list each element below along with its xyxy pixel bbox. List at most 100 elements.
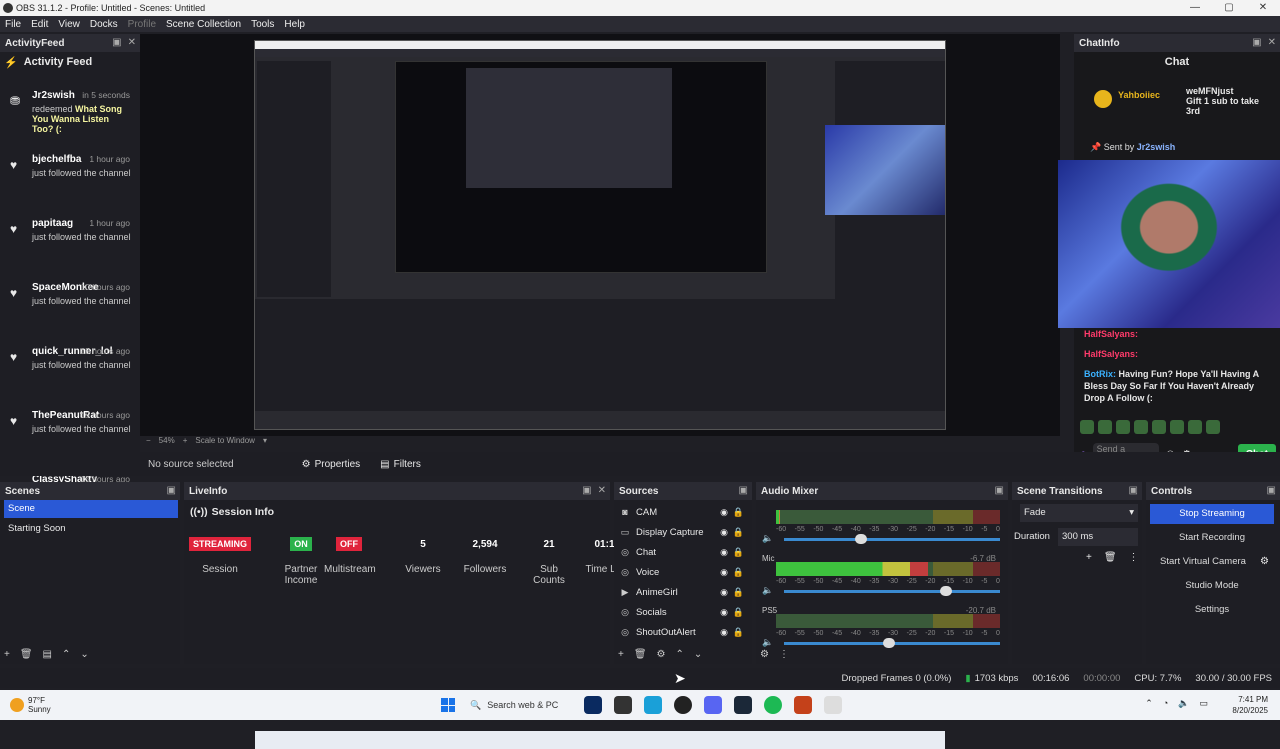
activity-item[interactable]: ♥ papitaag 1 hour ago just followed the cha… (0, 218, 140, 278)
duration-input[interactable]: 300 ms (1058, 528, 1138, 546)
activity-user[interactable]: bjechelfba (32, 154, 81, 165)
maximize-button[interactable]: ▢ (1212, 0, 1246, 16)
chevron-down-icon[interactable]: ▾ (263, 436, 267, 445)
lock-icon[interactable]: 🔒 (733, 587, 744, 598)
taskbar-search[interactable]: 🔍 Search web & PC (470, 696, 580, 714)
activity-item[interactable]: ♥ quick_runner_lol 15 hours ago just follow… (0, 346, 140, 406)
emote-icon[interactable] (1170, 420, 1184, 434)
source-item[interactable]: ◙ CAM ◉ 🔒 (618, 502, 750, 522)
battery-icon[interactable]: ▭ (1199, 698, 1208, 709)
menu-tools[interactable]: Tools (246, 19, 279, 30)
obs-icon[interactable] (674, 696, 692, 714)
menu-docks[interactable]: Docks (85, 19, 123, 30)
close-button[interactable]: ✕ (1246, 0, 1280, 16)
source-item[interactable]: ▶ AnimeGirl ◉ 🔒 (618, 582, 750, 602)
transition-select[interactable]: Fade ▾ (1020, 504, 1138, 522)
volume-slider[interactable] (784, 586, 1000, 596)
eye-icon[interactable]: ◉ (720, 627, 728, 638)
spotify-icon[interactable] (764, 696, 782, 714)
close-icon[interactable]: ✕ (1268, 37, 1276, 48)
sent-by-user[interactable]: Jr2swish (1137, 142, 1176, 152)
eye-icon[interactable]: ◉ (720, 527, 728, 538)
emote-icon[interactable] (1206, 420, 1220, 434)
chevron-down-icon[interactable]: ⌄ (80, 649, 88, 660)
lock-icon[interactable]: 🔒 (733, 527, 744, 538)
speaker-icon[interactable]: 🔈 (1178, 698, 1189, 709)
emote-icon[interactable] (1116, 420, 1130, 434)
filter-icon[interactable]: ▤ (380, 459, 389, 470)
eye-icon[interactable]: ◉ (720, 587, 728, 598)
lock-icon[interactable]: 🔒 (733, 607, 744, 618)
activity-item[interactable]: ⛃ Jr2swish in 5 seconds redeemed What Song … (0, 90, 140, 150)
filters-button[interactable]: Filters (394, 459, 421, 470)
add-icon[interactable]: + (618, 649, 624, 660)
menu-file[interactable]: File (0, 19, 26, 30)
trash-icon[interactable]: 🗑 (20, 649, 33, 660)
scene-item[interactable]: Starting Soon (4, 520, 178, 538)
scale-mode-select[interactable]: Scale to Window (195, 436, 255, 445)
activity-item[interactable]: ♥ bjechelfba 1 hour ago just followed the c… (0, 154, 140, 214)
activity-user[interactable]: papitaag (32, 218, 73, 229)
studio-mode-button[interactable]: Studio Mode (1150, 576, 1274, 596)
float-icon[interactable]: ▣ (739, 485, 748, 496)
activity-user[interactable]: Jr2swish (32, 90, 75, 101)
chat-user[interactable]: BotRix: (1084, 369, 1116, 379)
speaker-icon[interactable]: 🔈 (762, 533, 773, 544)
emote-icon[interactable] (1134, 420, 1148, 434)
chevron-up-icon[interactable]: ⌃ (62, 649, 70, 660)
volume-slider[interactable] (784, 638, 1000, 648)
app-icon[interactable] (794, 696, 812, 714)
lock-icon[interactable]: 🔒 (733, 547, 744, 558)
start-recording-button[interactable]: Start Recording (1150, 528, 1274, 548)
emote-icon[interactable] (1098, 420, 1112, 434)
properties-button[interactable]: Properties (315, 459, 361, 470)
zoom-in-button[interactable]: + (183, 436, 188, 445)
eye-icon[interactable]: ◉ (720, 607, 728, 618)
app-icon[interactable] (824, 696, 842, 714)
source-item[interactable]: ▭ Display Capture ◉ 🔒 (618, 522, 750, 542)
activity-item[interactable]: ♥ SpaceMonkee 10 hours ago just followed th… (0, 282, 140, 342)
float-icon[interactable]: ▣ (582, 485, 591, 496)
source-item[interactable]: ◎ Voice ◉ 🔒 (618, 562, 750, 582)
menu-profile[interactable]: Profile (123, 19, 161, 30)
menu-view[interactable]: View (53, 19, 85, 30)
gear-icon[interactable]: ⚙ (657, 649, 666, 660)
chevron-up-icon[interactable]: ⌃ (676, 649, 684, 660)
gift-top-user[interactable]: Yahboiiec (1118, 90, 1160, 100)
eye-icon[interactable]: ◉ (720, 567, 728, 578)
volume-slider[interactable] (784, 534, 1000, 544)
lock-icon[interactable]: 🔒 (733, 627, 744, 638)
menu-help[interactable]: Help (279, 19, 310, 30)
lock-icon[interactable]: 🔒 (733, 507, 744, 518)
float-icon[interactable]: ▣ (1267, 485, 1276, 496)
stop-streaming-button[interactable]: Stop Streaming (1150, 504, 1274, 524)
float-icon[interactable]: ▣ (995, 485, 1004, 496)
emote-icon[interactable] (1080, 420, 1094, 434)
add-icon[interactable]: + (1086, 552, 1092, 563)
minimize-button[interactable]: — (1178, 0, 1212, 16)
menu-scene-collection[interactable]: Scene Collection (161, 19, 246, 30)
settings-button[interactable]: Settings (1150, 600, 1274, 620)
chat-user[interactable]: HalfSalyans: (1084, 329, 1138, 339)
trash-icon[interactable]: 🗑 (1104, 552, 1117, 563)
file-explorer-icon[interactable] (614, 696, 632, 714)
windows-start-icon[interactable] (441, 698, 455, 712)
float-icon[interactable]: ▣ (112, 37, 121, 48)
emote-icon[interactable] (1152, 420, 1166, 434)
steam-icon[interactable] (734, 696, 752, 714)
close-icon[interactable]: ✕ (598, 485, 606, 496)
gear-icon[interactable]: ⚙ (302, 459, 311, 470)
source-item[interactable]: ◎ ShoutOutAlert ◉ 🔒 (618, 622, 750, 642)
start-virtual-camera-button[interactable]: Start Virtual Camera (1150, 552, 1256, 572)
app-icon[interactable] (584, 696, 602, 714)
gear-icon[interactable]: ⚙ (1260, 556, 1269, 567)
discord-icon[interactable] (704, 696, 722, 714)
float-icon[interactable]: ▣ (167, 485, 176, 496)
speaker-icon[interactable]: 🔈 (762, 637, 773, 648)
trash-icon[interactable]: 🗑 (634, 649, 647, 660)
float-icon[interactable]: ▣ (1129, 485, 1138, 496)
gear-icon[interactable]: ⚙ (760, 649, 769, 660)
float-icon[interactable]: ▣ (1252, 37, 1261, 48)
add-icon[interactable]: + (4, 649, 10, 660)
emote-icon[interactable] (1188, 420, 1202, 434)
